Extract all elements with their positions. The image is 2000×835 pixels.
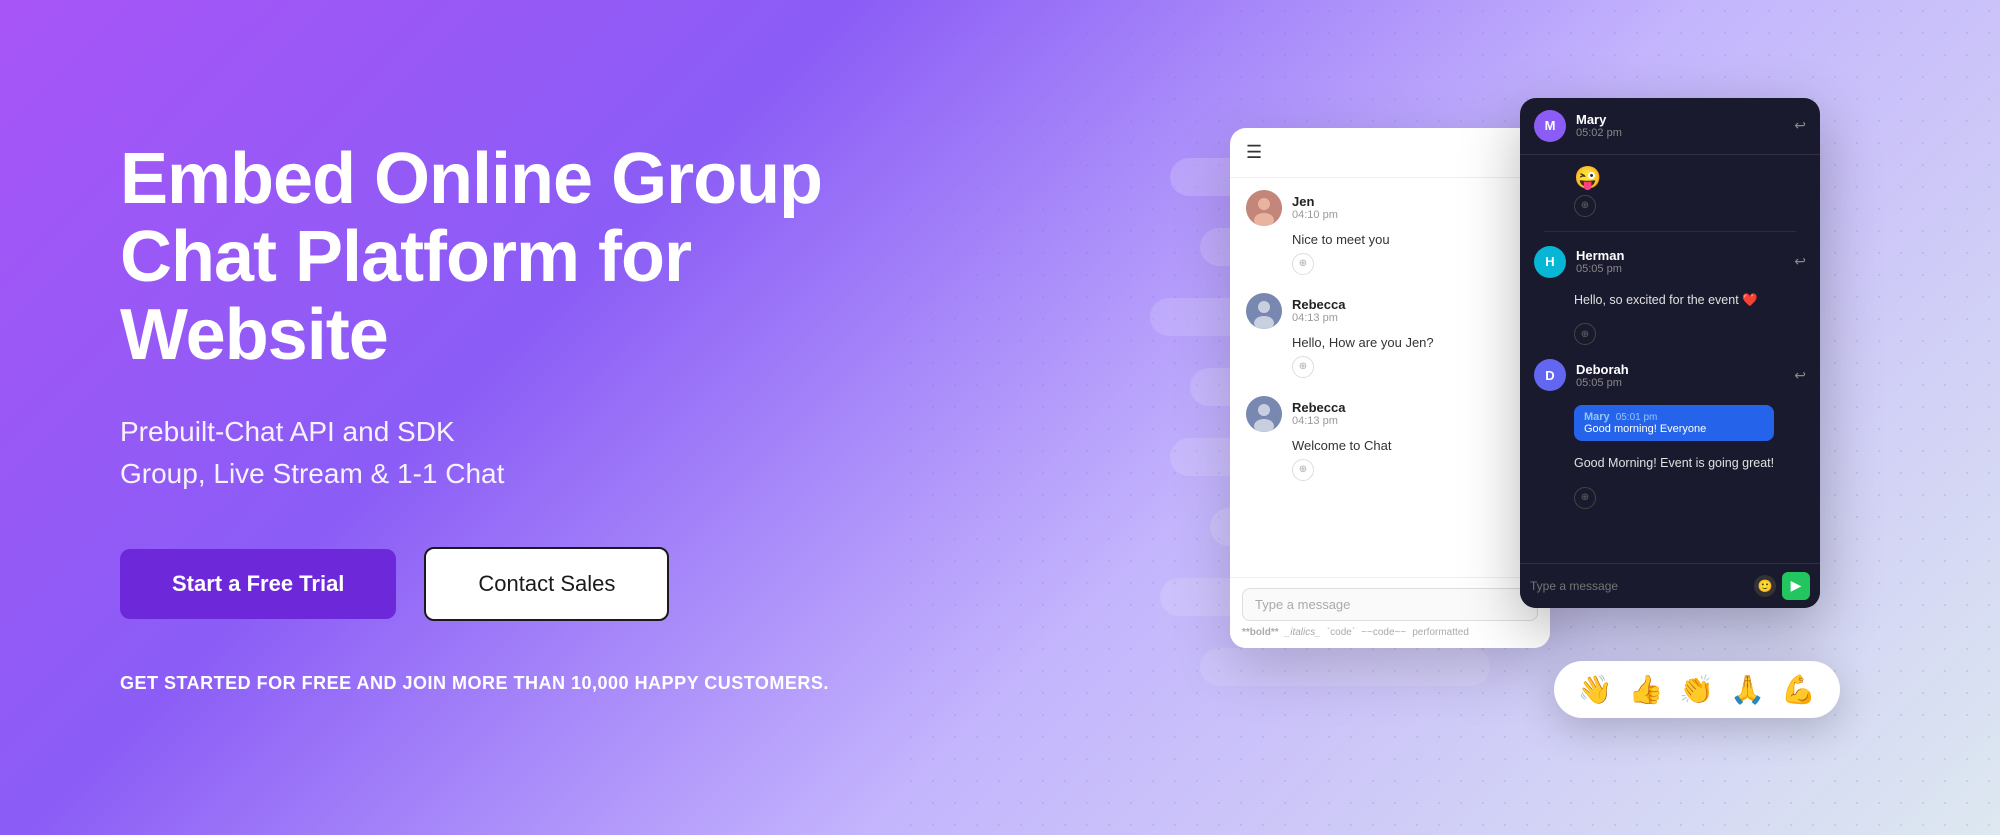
avatar-herman: H: [1534, 246, 1566, 278]
avatar-jen: [1246, 190, 1282, 226]
dark-divider: [1544, 231, 1796, 232]
hero-right-content: ☰: [1040, 0, 2000, 835]
dark-message-input[interactable]: [1530, 579, 1746, 593]
left-messages: Jen 04:10 pm Nice to meet you ⊕: [1230, 178, 1550, 493]
react-icon[interactable]: ⊕: [1292, 253, 1314, 275]
reply-text: Good morning! Everyone: [1584, 423, 1764, 435]
strikethrough-format[interactable]: ~~code~~: [1361, 627, 1406, 638]
code-format[interactable]: `code`: [1327, 627, 1355, 638]
emoji-pray[interactable]: 🙏: [1730, 673, 1765, 706]
deborah-time: 05:05 pm: [1576, 377, 1629, 389]
emoji-reaction-bar: 👋 👍 👏 🙏 💪: [1554, 661, 1840, 718]
jen-message: Nice to meet you: [1292, 232, 1534, 247]
jen-time: 04:10 pm: [1292, 209, 1338, 221]
rebecca-message-2: Welcome to Chat: [1292, 438, 1534, 453]
deborah-react-icon[interactable]: ⊕: [1574, 487, 1596, 509]
reply-sender-time: 05:01 pm: [1616, 412, 1658, 423]
left-input-area: Type a message **bold** _italics_ `code`…: [1230, 577, 1550, 648]
reply-icon-deborah[interactable]: ↩: [1794, 367, 1806, 384]
subtitle-line2: Group, Live Stream & 1-1 Chat: [120, 458, 504, 489]
jen-react: ⊕: [1292, 253, 1534, 275]
send-button[interactable]: ▶: [1782, 572, 1810, 600]
avatar-deborah: D: [1534, 359, 1566, 391]
deborah-name: Deborah: [1576, 362, 1629, 377]
herman-react: ⊕: [1574, 323, 1808, 345]
react-icon-3[interactable]: ⊕: [1292, 459, 1314, 481]
emoji-thumbsup[interactable]: 👍: [1629, 673, 1664, 706]
preformatted-format[interactable]: performatted: [1412, 627, 1469, 638]
chat-panel-right: M Mary 05:02 pm ↩ 😜 ⊕: [1520, 98, 1820, 608]
left-message-input[interactable]: Type a message: [1242, 588, 1538, 621]
chat-mockup: ☰: [1230, 98, 1810, 738]
mary-name: Mary: [1576, 112, 1622, 127]
message-rebecca-1: Rebecca 04:13 pm Hello, How are you Jen?…: [1246, 293, 1534, 378]
tagline: GET STARTED FOR FREE AND JOIN MORE THAN …: [120, 673, 960, 694]
hero-section: Embed Online Group Chat Platform for Web…: [0, 0, 2000, 835]
cta-buttons: Start a Free Trial Contact Sales: [120, 547, 960, 621]
bold-format[interactable]: **bold**: [1242, 627, 1279, 638]
avatar-mary: M: [1534, 110, 1566, 142]
start-trial-button[interactable]: Start a Free Trial: [120, 549, 396, 619]
left-panel-header: ☰: [1230, 128, 1550, 178]
deborah-header: D Deborah 05:05 pm ↩: [1532, 359, 1808, 391]
message-jen: Jen 04:10 pm Nice to meet you ⊕: [1246, 190, 1534, 275]
hero-subtitle: Prebuilt-Chat API and SDK Group, Live St…: [120, 411, 960, 495]
mary-time: 05:02 pm: [1576, 127, 1622, 139]
deborah-reply-quote: Mary 05:01 pm Good morning! Everyone: [1574, 405, 1774, 441]
rebecca-time-1: 04:13 pm: [1292, 312, 1345, 324]
rebecca-time-2: 04:13 pm: [1292, 415, 1345, 427]
reply-sender-name: Mary: [1584, 411, 1610, 423]
italic-format[interactable]: _italics_: [1285, 627, 1321, 638]
formatting-bar: **bold** _italics_ `code` ~~code~~ perfo…: [1242, 627, 1538, 638]
emoji-flex[interactable]: 💪: [1781, 673, 1816, 706]
herman-name: Herman: [1576, 248, 1624, 263]
jen-name: Jen: [1292, 194, 1338, 209]
herman-time: 05:05 pm: [1576, 263, 1624, 275]
rebecca-react-1: ⊕: [1292, 356, 1534, 378]
rebecca-name-2: Rebecca: [1292, 400, 1345, 415]
message-rebecca-2: Rebecca 04:13 pm Welcome to Chat ⊕: [1246, 396, 1534, 481]
emoji-wave[interactable]: 👋: [1578, 673, 1613, 706]
mary-emoji: 😜: [1574, 165, 1601, 191]
emoji-clap[interactable]: 👏: [1679, 673, 1714, 706]
mary-react-icon[interactable]: ⊕: [1574, 195, 1596, 217]
hero-title: Embed Online Group Chat Platform for Web…: [120, 141, 960, 374]
rebecca-react-2: ⊕: [1292, 459, 1534, 481]
mary-emoji-msg: 😜 ⊕: [1532, 165, 1808, 217]
hero-left-content: Embed Online Group Chat Platform for Web…: [0, 61, 1040, 773]
dark-messages: 😜 ⊕ H Herman 05:05 pm: [1520, 155, 1820, 519]
herman-header: H Herman 05:05 pm ↩: [1532, 246, 1808, 278]
dark-panel-mary-header: M Mary 05:02 pm ↩: [1520, 98, 1820, 155]
rebecca-name-1: Rebecca: [1292, 297, 1345, 312]
deborah-react: ⊕: [1574, 487, 1808, 509]
deborah-main-text: Good Morning! Event is going great!: [1574, 455, 1808, 473]
hamburger-icon[interactable]: ☰: [1246, 142, 1262, 162]
contact-sales-button[interactable]: Contact Sales: [424, 547, 669, 621]
avatar-rebecca-1: [1246, 293, 1282, 329]
chat-panel-left: ☰: [1230, 128, 1550, 648]
emoji-button[interactable]: 🙂: [1754, 575, 1776, 597]
reply-icon-herman[interactable]: ↩: [1794, 253, 1806, 270]
rebecca-message-1: Hello, How are you Jen?: [1292, 335, 1534, 350]
react-icon-2[interactable]: ⊕: [1292, 356, 1314, 378]
subtitle-line1: Prebuilt-Chat API and SDK: [120, 416, 455, 447]
herman-react-icon[interactable]: ⊕: [1574, 323, 1596, 345]
reply-icon-mary[interactable]: ↩: [1794, 117, 1806, 134]
avatar-rebecca-2: [1246, 396, 1282, 432]
herman-message: Hello, so excited for the event ❤️: [1574, 292, 1808, 310]
dark-input-area: 🙂 ▶: [1520, 563, 1820, 608]
